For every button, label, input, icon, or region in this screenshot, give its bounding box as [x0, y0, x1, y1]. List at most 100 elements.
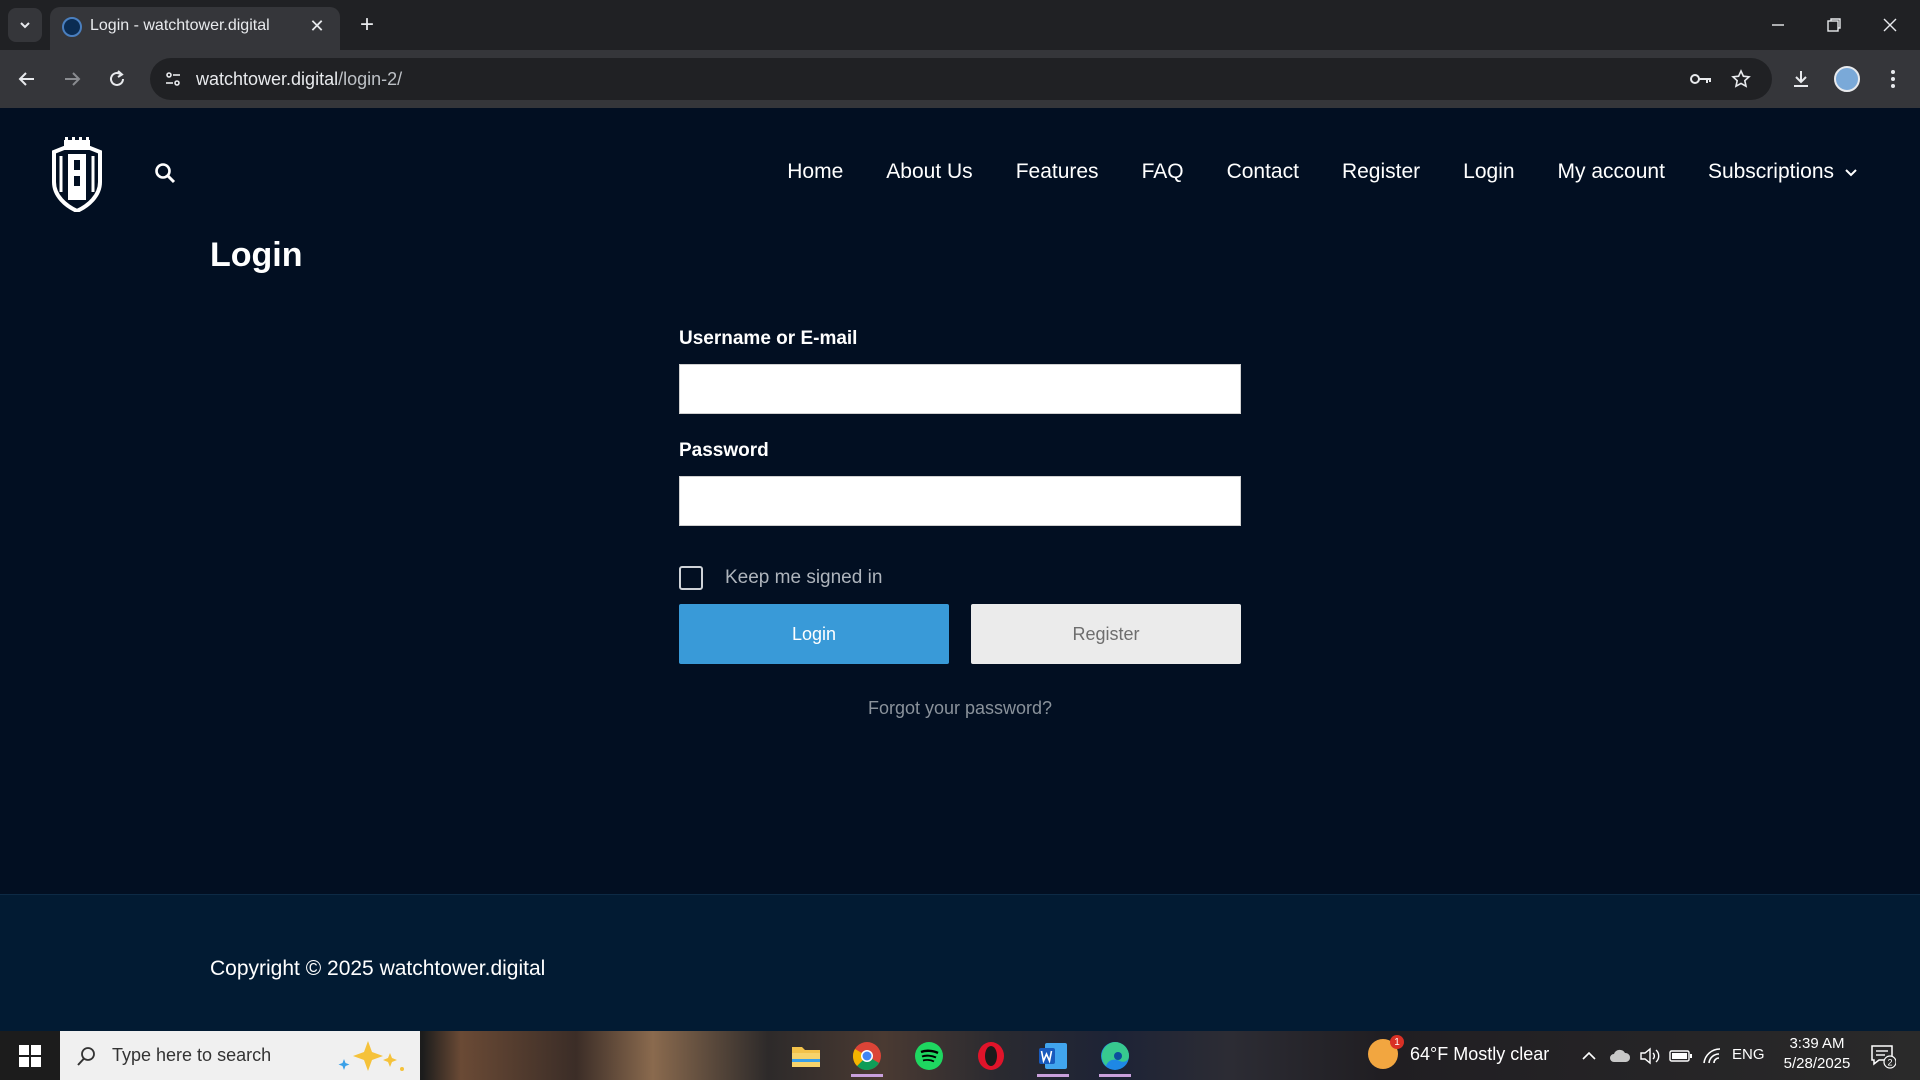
word-icon — [1039, 1043, 1067, 1069]
taskbar-word[interactable] — [1031, 1035, 1075, 1077]
nav-login[interactable]: Login — [1463, 160, 1514, 184]
spotify-icon — [915, 1042, 943, 1070]
onedrive-icon[interactable] — [1608, 1043, 1632, 1069]
taskbar-clock[interactable]: 3:39 AM 5/28/2025 — [1772, 1035, 1862, 1072]
remember-me-checkbox[interactable] — [679, 566, 703, 590]
search-icon — [72, 1041, 102, 1071]
nav-register[interactable]: Register — [1342, 160, 1420, 184]
volume-icon[interactable] — [1638, 1043, 1662, 1069]
url-host: watchtower.digital — [196, 69, 339, 89]
weather-alert-badge: 1 — [1390, 1035, 1404, 1049]
weather-moon-icon: 1 — [1368, 1035, 1404, 1069]
login-form: Username or E-mail Password Keep me sign… — [679, 328, 1241, 719]
minimize-button[interactable] — [1750, 0, 1806, 50]
battery-icon[interactable] — [1668, 1043, 1694, 1069]
tab-search-button[interactable] — [8, 8, 42, 42]
form-buttons: Login Register — [679, 604, 1241, 664]
site-header: Home About Us Features FAQ Contact Regis… — [0, 108, 1920, 238]
weather-description: Mostly clear — [1453, 1043, 1550, 1064]
page-title: Login — [210, 236, 303, 274]
taskbar-file-explorer[interactable] — [784, 1035, 828, 1077]
browser-toolbar: watchtower.digital/login-2/ — [0, 50, 1920, 108]
register-button[interactable]: Register — [971, 604, 1241, 664]
back-button[interactable] — [10, 62, 44, 96]
remember-me-label[interactable]: Keep me signed in — [725, 567, 882, 589]
browser-tab-bar: Login - watchtower.digital ✕ + — [0, 0, 1920, 50]
reload-button[interactable] — [100, 62, 134, 96]
new-tab-button[interactable]: + — [352, 10, 382, 40]
browser-tab-active[interactable]: Login - watchtower.digital ✕ — [50, 7, 340, 50]
nav-subscriptions-label: Subscriptions — [1707, 160, 1834, 183]
weather-text: 64°F Mostly clear — [1410, 1044, 1549, 1065]
password-key-icon[interactable] — [1688, 66, 1714, 92]
forgot-password-link[interactable]: Forgot your password? — [679, 698, 1241, 719]
search-icon[interactable] — [152, 160, 178, 186]
clock-date: 5/28/2025 — [1783, 1055, 1851, 1072]
close-window-button[interactable] — [1862, 0, 1918, 50]
arrow-right-icon — [65, 72, 81, 86]
chevron-down-icon — [1844, 165, 1858, 179]
tab-title: Login - watchtower.digital — [90, 17, 270, 34]
copyright-text: Copyright © 2025 watchtower.digital — [210, 957, 546, 980]
web-page: Home About Us Features FAQ Contact Regis… — [0, 108, 1920, 1031]
edge-icon — [1101, 1042, 1129, 1070]
nav-faq[interactable]: FAQ — [1142, 160, 1184, 184]
close-icon — [1883, 18, 1897, 32]
nav-about-us[interactable]: About Us — [886, 160, 972, 184]
nav-my-account[interactable]: My account — [1558, 160, 1665, 184]
taskbar-chrome[interactable] — [845, 1035, 889, 1077]
start-button[interactable] — [0, 1031, 60, 1080]
restore-icon — [1827, 18, 1841, 32]
notification-center-button[interactable]: 2 — [1868, 1041, 1898, 1071]
profile-button[interactable] — [1830, 62, 1864, 96]
opera-icon — [978, 1042, 1004, 1070]
taskbar-spotify[interactable] — [907, 1035, 951, 1077]
site-favicon-icon — [62, 17, 82, 37]
bookmark-star-icon[interactable] — [1728, 66, 1754, 92]
taskbar-opera[interactable] — [969, 1035, 1013, 1077]
input-language[interactable]: ENG — [1732, 1046, 1765, 1063]
username-label: Username or E-mail — [679, 328, 858, 349]
active-app-indicator — [1037, 1074, 1069, 1077]
main-nav: Home About Us Features FAQ Contact Regis… — [787, 160, 1858, 184]
active-app-indicator — [851, 1074, 883, 1077]
wifi-icon[interactable] — [1700, 1043, 1724, 1069]
taskbar-edge[interactable] — [1093, 1035, 1137, 1077]
copilot-sparkle-icon[interactable] — [334, 1039, 408, 1073]
arrow-left-icon — [18, 72, 34, 86]
url-path: /login-2/ — [338, 69, 403, 89]
active-app-indicator — [1099, 1074, 1131, 1077]
restore-button[interactable] — [1806, 0, 1862, 50]
nav-contact[interactable]: Contact — [1227, 160, 1299, 184]
remember-me-row: Keep me signed in — [679, 566, 1241, 590]
nav-home[interactable]: Home — [787, 160, 843, 184]
address-bar[interactable]: watchtower.digital/login-2/ — [150, 58, 1772, 100]
password-label: Password — [679, 440, 769, 461]
chevron-down-icon — [20, 22, 30, 29]
show-hidden-icons-button[interactable] — [1578, 1043, 1600, 1069]
forward-button[interactable] — [55, 62, 89, 96]
weather-widget[interactable]: 1 64°F Mostly clear — [1368, 1035, 1549, 1069]
folder-icon — [792, 1047, 820, 1067]
minimize-icon — [1772, 24, 1784, 26]
clock-time: 3:39 AM — [1789, 1035, 1845, 1052]
windows-logo-icon — [19, 1044, 41, 1067]
windows-taskbar: Type here to search 1 64°F Mostly clear — [0, 1031, 1920, 1080]
taskbar-search-box[interactable]: Type here to search — [60, 1031, 420, 1080]
watchtower-logo-icon[interactable] — [50, 136, 104, 212]
notification-icon: 2 — [1871, 1045, 1896, 1069]
nav-features[interactable]: Features — [1016, 160, 1099, 184]
reload-icon — [110, 70, 124, 86]
username-field[interactable] — [679, 364, 1241, 414]
nav-subscriptions[interactable]: Subscriptions — [1708, 160, 1858, 184]
password-field[interactable] — [679, 476, 1241, 526]
close-tab-icon[interactable]: ✕ — [306, 15, 328, 37]
downloads-button[interactable] — [1784, 62, 1818, 96]
notification-count: 2 — [1887, 1058, 1892, 1068]
login-button[interactable]: Login — [679, 604, 949, 664]
chrome-icon — [853, 1042, 881, 1071]
url-text[interactable]: watchtower.digital/login-2/ — [196, 69, 402, 90]
browser-menu-button[interactable] — [1876, 62, 1910, 96]
site-info-icon[interactable] — [160, 66, 186, 92]
taskbar-search-placeholder: Type here to search — [112, 1045, 272, 1065]
